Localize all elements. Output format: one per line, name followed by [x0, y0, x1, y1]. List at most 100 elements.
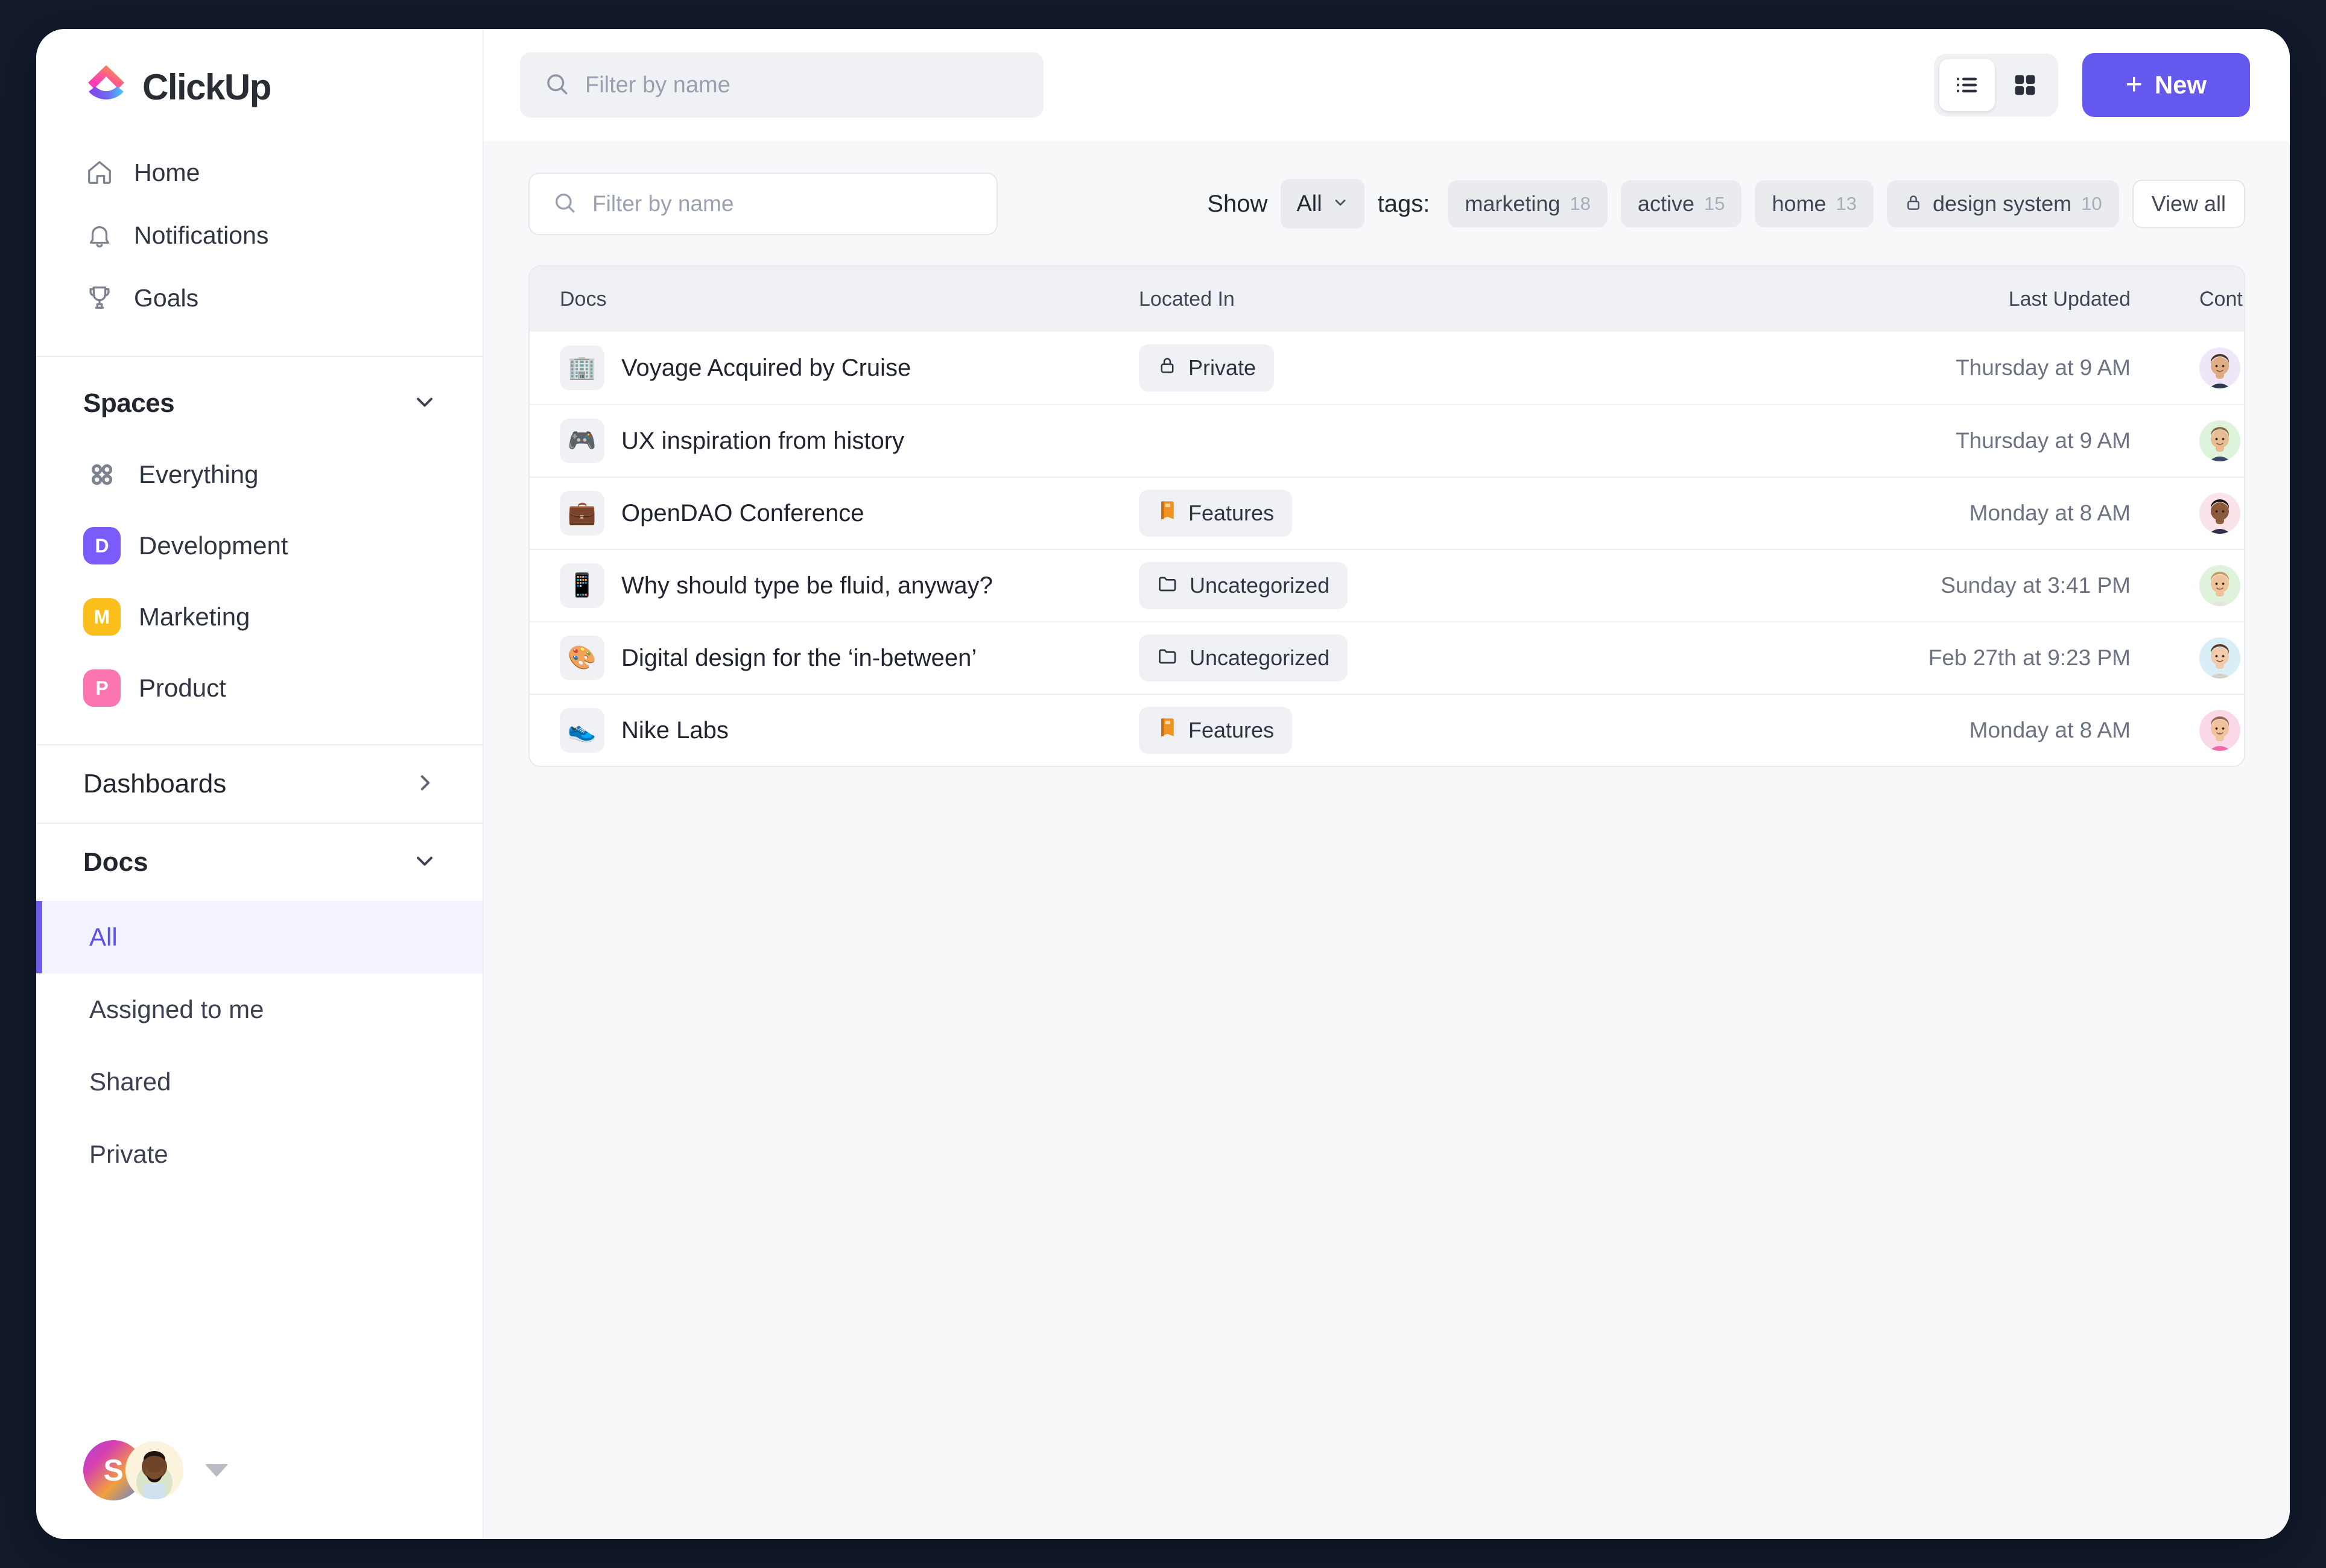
doc-cell[interactable]: 🏢 Voyage Acquired by Cruise: [530, 346, 1139, 390]
tag-chip-home[interactable]: home 13: [1755, 180, 1874, 227]
sidebar-item-docs-assigned[interactable]: Assigned to me: [36, 973, 483, 1046]
tag-filter-group: Show All tags: marketing 18 active 15 ho…: [1207, 179, 2245, 229]
doc-emoji-icon: 💼: [560, 491, 604, 536]
chevron-down-icon: [1332, 191, 1349, 217]
doc-cell[interactable]: 👟 Nike Labs: [530, 708, 1139, 753]
sidebar-item-everything[interactable]: Everything: [36, 439, 483, 510]
new-button-label: New: [2154, 71, 2207, 99]
located-in-cell: Uncategorized: [1139, 634, 1682, 681]
located-in-pill[interactable]: Features: [1139, 490, 1293, 537]
sidebar-item-label: Development: [139, 531, 288, 560]
table-row[interactable]: 🎨 Digital design for the ‘in-between’ Unca…: [530, 621, 2244, 694]
docs-filter-input[interactable]: Filter by name: [528, 172, 998, 235]
table-row[interactable]: 🏢 Voyage Acquired by Cruise Private Thursda…: [530, 332, 2244, 404]
doc-cell[interactable]: 💼 OpenDAO Conference: [530, 491, 1139, 536]
tag-chip-marketing[interactable]: marketing 18: [1448, 180, 1608, 227]
last-updated-cell: Thursday at 9 AM: [1682, 355, 2140, 381]
space-badge: P: [83, 669, 121, 707]
new-button[interactable]: + New: [2082, 53, 2250, 117]
search-icon: [553, 191, 577, 218]
avatar-stack: S: [83, 1440, 183, 1500]
app-window: ClickUp Home Notifications Goals Spaces …: [36, 29, 2290, 1539]
last-updated-value: Monday at 8 AM: [1969, 501, 2131, 525]
folder-icon: [1157, 645, 1179, 672]
list-view-button[interactable]: [1939, 59, 1995, 111]
located-in-pill[interactable]: Uncategorized: [1139, 634, 1348, 681]
table-header-row: Docs Located In Last Updated Contributor…: [530, 267, 2244, 332]
chevron-right-icon[interactable]: [413, 770, 438, 798]
row-actions-cell[interactable]: [2240, 583, 2244, 589]
last-updated-value: Feb 27th at 9:23 PM: [1928, 645, 2131, 670]
app-logo[interactable]: ClickUp: [36, 29, 483, 141]
row-actions-cell[interactable]: [2240, 365, 2244, 371]
doc-cell[interactable]: 📱 Why should type be fluid, anyway?: [530, 563, 1139, 608]
user-avatar[interactable]: [125, 1441, 183, 1499]
doc-emoji-icon: 🎮: [560, 419, 604, 463]
contributor-avatar[interactable]: [2199, 565, 2240, 606]
column-header-located-in: Located In: [1139, 287, 1235, 311]
located-in-pill[interactable]: Private: [1139, 344, 1275, 391]
contributor-avatar[interactable]: [2199, 493, 2240, 534]
doc-cell[interactable]: 🎨 Digital design for the ‘in-between’: [530, 636, 1139, 680]
table-body: 🏢 Voyage Acquired by Cruise Private Thursda…: [530, 332, 2244, 766]
sidebar-item-label: Everything: [139, 460, 259, 488]
table-row[interactable]: 📱 Why should type be fluid, anyway? Uncate…: [530, 549, 2244, 621]
chevron-down-icon[interactable]: [205, 1464, 228, 1477]
table-row[interactable]: 💼 OpenDAO Conference Features Monday at 8 A…: [530, 476, 2244, 549]
table-row[interactable]: 🎮 UX inspiration from history Thursday at …: [530, 404, 2244, 476]
located-in-pill[interactable]: Features: [1139, 707, 1293, 754]
sidebar-item-docs-shared[interactable]: Shared: [36, 1046, 483, 1118]
located-in-pill[interactable]: Uncategorized: [1139, 562, 1348, 609]
sidebar-item-dashboards[interactable]: Dashboards: [36, 745, 483, 823]
grid-view-button[interactable]: [1997, 59, 2053, 111]
contributor-avatar[interactable]: [2199, 420, 2240, 461]
sidebar-item-label: Notifications: [134, 221, 269, 249]
view-all-tags-button[interactable]: View all: [2132, 180, 2245, 228]
contributor-avatar[interactable]: [2199, 347, 2240, 388]
sidebar-item-product[interactable]: P Product: [36, 653, 483, 724]
spaces-section-header[interactable]: Spaces: [36, 357, 483, 439]
located-in-cell: Features: [1139, 707, 1682, 754]
tag-name: active: [1637, 191, 1694, 216]
tag-chip-active[interactable]: active 15: [1620, 180, 1742, 227]
sidebar: ClickUp Home Notifications Goals Spaces …: [36, 29, 484, 1539]
sidebar-item-label: Marketing: [139, 602, 250, 631]
sidebar-item-docs-private[interactable]: Private: [36, 1118, 483, 1190]
contributor-avatar[interactable]: [2199, 710, 2240, 751]
row-actions-cell[interactable]: [2240, 438, 2244, 444]
table-row[interactable]: 👟 Nike Labs Features Monday at 8 AM: [530, 694, 2244, 766]
located-in-label: Uncategorized: [1190, 573, 1330, 598]
doc-emoji-icon: 👟: [560, 708, 604, 753]
sidebar-item-development[interactable]: D Development: [36, 510, 483, 581]
user-account-switcher[interactable]: S: [36, 1440, 483, 1539]
plus-icon: +: [2125, 68, 2143, 101]
contributor-avatar[interactable]: [2199, 637, 2240, 678]
sidebar-item-marketing[interactable]: M Marketing: [36, 581, 483, 653]
chevron-down-icon[interactable]: [411, 848, 438, 877]
tag-chip-design-system[interactable]: design system 10: [1887, 180, 2119, 227]
last-updated-cell: Monday at 8 AM: [1682, 718, 2140, 743]
row-actions-cell[interactable]: [2240, 510, 2244, 517]
book-icon: [1157, 499, 1177, 528]
home-icon: [86, 159, 113, 186]
main-area: Filter by name + New Filter by name Show…: [484, 29, 2290, 1539]
sidebar-item-docs-all[interactable]: All: [36, 901, 483, 973]
doc-cell[interactable]: 🎮 UX inspiration from history: [530, 419, 1139, 463]
sidebar-item-home[interactable]: Home: [36, 141, 483, 204]
global-search-input[interactable]: Filter by name: [520, 52, 1044, 118]
desktop-backdrop: ClickUp Home Notifications Goals Spaces …: [0, 0, 2326, 1568]
tag-count: 10: [2081, 193, 2102, 214]
docs-table: Docs Located In Last Updated Contributor…: [528, 265, 2245, 767]
located-in-cell: Features: [1139, 490, 1682, 537]
docs-section-header[interactable]: Docs: [36, 824, 483, 901]
chevron-down-icon[interactable]: [411, 389, 438, 419]
sidebar-item-notifications[interactable]: Notifications: [36, 204, 483, 267]
show-select[interactable]: All: [1281, 179, 1364, 229]
docs-filter-placeholder: Filter by name: [592, 191, 734, 216]
row-actions-cell[interactable]: [2240, 655, 2244, 662]
contributors-cell: [2140, 637, 2240, 678]
sidebar-item-goals[interactable]: Goals: [36, 267, 483, 329]
last-updated-cell: Thursday at 9 AM: [1682, 428, 2140, 454]
tag-name: design system: [1933, 191, 2072, 216]
